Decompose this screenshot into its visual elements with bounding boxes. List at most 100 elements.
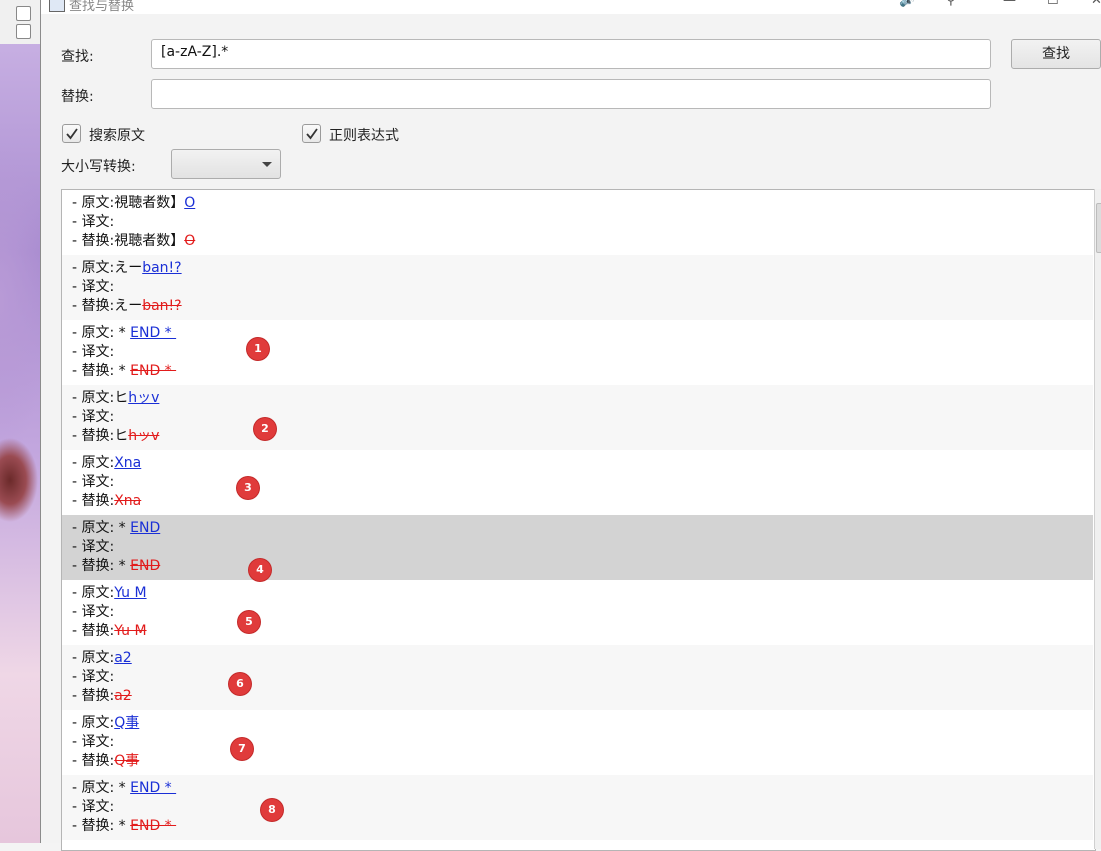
match-text[interactable]: O <box>184 195 195 211</box>
speaker-icon[interactable]: 🔊 <box>899 0 915 8</box>
translation-line: - 译文: <box>72 798 114 817</box>
replace-prefix: * <box>114 818 131 834</box>
regex-checkbox[interactable] <box>302 124 321 143</box>
replace-input[interactable] <box>151 79 991 109</box>
match-text[interactable]: Yu M <box>114 585 146 601</box>
translation-line: - 译文: <box>72 538 114 557</box>
app-icon <box>49 0 65 12</box>
original-line: - 原文:a2 <box>72 649 132 668</box>
deleted-text: END * <box>130 818 177 834</box>
case-conversion-dropdown[interactable] <box>171 149 281 179</box>
background-artwork <box>0 0 43 843</box>
case-conversion-label: 大小写转换: <box>61 159 136 175</box>
original-line: - 原文:Xna <box>72 454 141 473</box>
background-checkbox-2[interactable] <box>16 24 31 39</box>
result-item[interactable]: - 原文: * END * - 译文: - 替换: * END * <box>62 775 1093 840</box>
result-item[interactable]: - 原文:Xna - 译文: - 替换:Xna <box>62 450 1093 515</box>
original-label: - 原文: <box>72 520 115 536</box>
original-line: - 原文:Yu M <box>72 584 147 603</box>
original-label: - 原文: <box>72 325 115 341</box>
replace-label: - 替换: <box>72 688 115 704</box>
close-button[interactable]: ✕ <box>1091 0 1101 8</box>
pin-icon[interactable]: ⚲ <box>946 0 956 8</box>
title-bar: 查找与替换 🔊 ⚲ — ☐ ✕ <box>41 0 1101 14</box>
deleted-text: Xna <box>114 493 142 509</box>
translation-line: - 译文: <box>72 343 114 362</box>
translation-label: - 译文: <box>72 279 115 295</box>
replace-line: - 替换: * END <box>72 557 160 576</box>
original-label: - 原文: <box>72 455 115 471</box>
annotation-badge: 3 <box>237 477 259 499</box>
annotation-badge: 2 <box>254 418 276 440</box>
replace-label: - 替换: <box>72 623 115 639</box>
match-text[interactable]: END * <box>130 780 176 796</box>
result-item[interactable]: - 原文: * END * - 译文: - 替换: * END * <box>62 320 1093 385</box>
deleted-text: hッv <box>128 428 160 444</box>
original-prefix: * <box>114 780 131 796</box>
replace-label: - 替换: <box>72 233 115 249</box>
replace-line: - 替换: * END * <box>72 817 176 836</box>
results-scrollbar[interactable] <box>1094 189 1101 849</box>
replace-prefix: 視聴者数】 <box>114 233 185 249</box>
find-input[interactable]: [a-zA-Z].* <box>151 39 991 69</box>
window-title: 查找与替换 <box>69 0 135 14</box>
translation-line: - 译文: <box>72 278 114 297</box>
replace-label: - 替换: <box>72 298 115 314</box>
translation-line: - 译文: <box>72 473 114 492</box>
find-button[interactable]: 查找 <box>1011 39 1101 69</box>
replace-line: - 替换:えーban!? <box>72 297 182 316</box>
find-replace-window: 查找与替换 🔊 ⚲ — ☐ ✕ 查找: [a-zA-Z].* 查找 替换: 搜索… <box>40 0 1101 851</box>
checkmark-icon <box>66 128 78 140</box>
original-label: - 原文: <box>72 260 115 276</box>
replace-label: - 替换: <box>72 753 115 769</box>
replace-label: - 替换: <box>72 493 115 509</box>
annotation-badge: 5 <box>238 611 260 633</box>
translation-label: - 译文: <box>72 214 115 230</box>
original-label: - 原文: <box>72 585 115 601</box>
result-item[interactable]: - 原文:a2- 译文: - 替换:a2 <box>62 645 1093 710</box>
original-line: - 原文: * END * <box>72 324 176 343</box>
checkmark-icon <box>306 128 318 140</box>
translation-label: - 译文: <box>72 799 115 815</box>
minimize-button[interactable]: — <box>1003 0 1016 8</box>
result-item[interactable]: - 原文:えーban!? - 译文: - 替换:えーban!? <box>62 255 1093 320</box>
match-text[interactable]: END * <box>130 325 176 341</box>
original-line: - 原文:ヒhッv <box>72 389 159 408</box>
match-text[interactable]: Q事 <box>114 715 139 731</box>
original-prefix: * <box>114 325 131 341</box>
original-label: - 原文: <box>72 195 115 211</box>
replace-prefix: * <box>114 363 131 379</box>
replace-prefix: ヒ <box>114 428 129 444</box>
match-text[interactable]: Xna <box>114 455 141 471</box>
results-list[interactable]: - 原文:視聴者数】O - 译文: - 替换:視聴者数】O - 原文:えーban!? -… <box>61 189 1096 851</box>
maximize-button[interactable]: ☐ <box>1047 0 1059 8</box>
search-original-checkbox[interactable] <box>62 124 81 143</box>
find-label: 查找: <box>61 49 94 65</box>
regex-label: 正则表达式 <box>329 128 399 144</box>
result-item[interactable]: - 原文:Yu M- 译文: - 替换:Yu M <box>62 580 1093 645</box>
match-text[interactable]: a2 <box>114 650 132 666</box>
scrollbar-thumb[interactable] <box>1096 203 1101 253</box>
background-checkbox-1[interactable] <box>16 6 31 21</box>
deleted-text: O <box>184 233 196 249</box>
result-item[interactable]: - 原文:ヒhッv - 译文: - 替换:ヒhッv <box>62 385 1093 450</box>
translation-line: - 译文: <box>72 408 114 427</box>
match-text[interactable]: ban!? <box>142 260 181 276</box>
translation-line: - 译文: <box>72 213 114 232</box>
result-item[interactable]: - 原文: * END - 译文: - 替换: * END <box>62 515 1093 580</box>
replace-line: - 替换:ヒhッv <box>72 427 159 446</box>
result-item[interactable]: - 原文:視聴者数】O - 译文: - 替换:視聴者数】O <box>62 190 1093 255</box>
translation-line: - 译文: <box>72 668 114 687</box>
original-line: - 原文: * END * <box>72 779 176 798</box>
annotation-badge: 6 <box>229 673 251 695</box>
annotation-badge: 7 <box>231 738 253 760</box>
result-item[interactable]: - 原文:Q事 - 译文: - 替换:Q事 <box>62 710 1093 775</box>
replace-line: - 替换:Xna <box>72 492 141 511</box>
match-text[interactable]: END <box>130 520 160 536</box>
annotation-badge: 1 <box>247 338 269 360</box>
deleted-text: a2 <box>114 688 132 704</box>
deleted-text: END <box>130 558 161 574</box>
replace-prefix: * <box>114 558 131 574</box>
original-label: - 原文: <box>72 390 115 406</box>
match-text[interactable]: hッv <box>128 390 159 406</box>
